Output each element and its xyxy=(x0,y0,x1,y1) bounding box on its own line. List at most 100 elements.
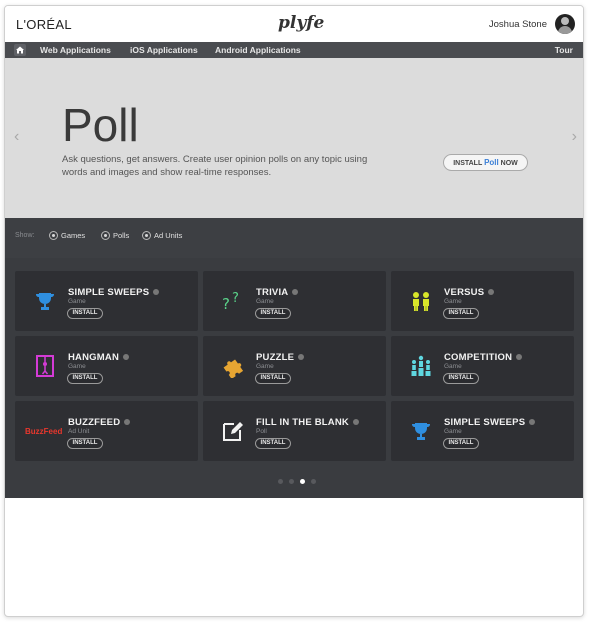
install-button[interactable]: INSTALL xyxy=(443,373,479,384)
card-title-text: SIMPLE SWEEPS xyxy=(444,417,526,428)
card-simple-sweeps[interactable]: SIMPLE SWEEPS Game INSTALL xyxy=(15,271,198,331)
buzzfeed-logo-icon: BuzzFeed xyxy=(25,427,63,436)
info-icon[interactable] xyxy=(529,419,536,426)
hero-title: Poll xyxy=(62,99,139,151)
svg-text:?: ? xyxy=(222,295,230,313)
card-versus[interactable]: VERSUS Game INSTALL xyxy=(391,271,574,331)
svg-text:?: ? xyxy=(232,291,239,306)
card-title: HANGMAN xyxy=(68,352,130,363)
info-icon[interactable] xyxy=(123,354,130,361)
card-title-text: VERSUS xyxy=(444,287,485,298)
brand-logo[interactable]: L'ORÉAL xyxy=(16,17,72,32)
top-bar: L'ORÉAL plyfe Joshua Stone xyxy=(5,6,583,42)
card-title-text: HANGMAN xyxy=(68,352,120,363)
card-type: Ad Unit xyxy=(68,428,90,435)
card-title: PUZZLE xyxy=(256,352,305,363)
page-dot-2[interactable] xyxy=(289,479,294,484)
page-dot-3-active[interactable] xyxy=(300,479,305,484)
home-icon[interactable] xyxy=(14,44,26,56)
radio-icon xyxy=(101,231,110,240)
install-button[interactable]: INSTALL xyxy=(67,308,103,319)
podium-people-icon xyxy=(411,355,431,376)
avatar[interactable] xyxy=(555,14,575,34)
card-title: SIMPLE SWEEPS xyxy=(68,287,160,298)
filter-polls-label: Polls xyxy=(113,231,130,240)
radio-icon xyxy=(49,231,58,240)
card-type: Game xyxy=(68,298,86,305)
filter-ad-units-label: Ad Units xyxy=(154,231,183,240)
radio-icon xyxy=(142,231,151,240)
info-icon[interactable] xyxy=(298,354,305,361)
question-marks-icon: ?? xyxy=(222,291,239,313)
card-simple-sweeps-2[interactable]: SIMPLE SWEEPS Game INSTALL xyxy=(391,401,574,461)
versus-people-icon xyxy=(413,292,429,311)
card-type: Game xyxy=(256,363,274,370)
plyfe-logo[interactable]: plyfe xyxy=(278,13,324,33)
card-title: SIMPLE SWEEPS xyxy=(444,417,536,428)
install-button[interactable]: INSTALL xyxy=(255,438,291,449)
trophy-icon xyxy=(36,293,54,310)
page-dot-1[interactable] xyxy=(278,479,283,484)
info-icon[interactable] xyxy=(124,419,131,426)
info-icon[interactable] xyxy=(352,419,359,426)
hangman-icon xyxy=(36,355,54,377)
show-label: Show: xyxy=(15,232,35,239)
card-title-text: PUZZLE xyxy=(256,352,295,363)
install-poll-accent: Poll xyxy=(484,158,499,167)
info-icon[interactable] xyxy=(516,354,523,361)
card-title: VERSUS xyxy=(444,287,495,298)
next-arrow-icon[interactable]: › xyxy=(572,128,577,146)
install-button[interactable]: INSTALL xyxy=(443,308,479,319)
app-window: L'ORÉAL plyfe Joshua Stone Web Applicati… xyxy=(4,5,584,617)
card-hangman[interactable]: HANGMAN Game INSTALL xyxy=(15,336,198,396)
card-title-text: FILL IN THE BLANK xyxy=(256,417,349,428)
app-grid: SIMPLE SWEEPS Game INSTALL ?? TRIVIA Gam… xyxy=(5,258,583,498)
card-competition[interactable]: COMPETITION Game INSTALL xyxy=(391,336,574,396)
nav-android-applications[interactable]: Android Applications xyxy=(215,45,301,55)
install-button[interactable]: INSTALL xyxy=(67,373,103,384)
install-poll-button[interactable]: INSTALL Poll NOW xyxy=(443,154,528,171)
install-button[interactable]: INSTALL xyxy=(255,308,291,319)
card-title: BUZZFEED xyxy=(68,417,131,428)
install-button[interactable]: INSTALL xyxy=(443,438,479,449)
card-title-text: SIMPLE SWEEPS xyxy=(68,287,150,298)
card-title-text: BUZZFEED xyxy=(68,417,121,428)
nav-tour[interactable]: Tour xyxy=(555,45,573,55)
card-type: Game xyxy=(256,298,274,305)
hero-banner: ‹ Poll Ask questions, get answers. Creat… xyxy=(5,58,583,218)
install-button[interactable]: INSTALL xyxy=(67,438,103,449)
card-type: Poll xyxy=(256,428,267,435)
hero-description: Ask questions, get answers. Create user … xyxy=(62,154,368,178)
page-dot-4[interactable] xyxy=(311,479,316,484)
nav-bar: Web Applications iOS Applications Androi… xyxy=(5,42,583,58)
card-type: Game xyxy=(444,363,462,370)
card-trivia[interactable]: ?? TRIVIA Game INSTALL xyxy=(203,271,386,331)
puzzle-piece-icon xyxy=(223,359,244,378)
info-icon[interactable] xyxy=(488,289,495,296)
filter-bar: Show: Games Polls Ad Units xyxy=(5,218,583,258)
install-button[interactable]: INSTALL xyxy=(255,373,291,384)
prev-arrow-icon[interactable]: ‹ xyxy=(14,128,19,146)
pagination-dots xyxy=(275,479,335,487)
install-poll-prefix: INSTALL xyxy=(453,160,485,167)
card-title: FILL IN THE BLANK xyxy=(256,417,359,428)
info-icon[interactable] xyxy=(292,289,299,296)
install-poll-suffix: NOW xyxy=(498,160,518,167)
card-title: TRIVIA xyxy=(256,287,299,298)
card-type: Game xyxy=(444,428,462,435)
card-title: COMPETITION xyxy=(444,352,523,363)
card-title-text: COMPETITION xyxy=(444,352,513,363)
card-type: Game xyxy=(444,298,462,305)
card-title-text: TRIVIA xyxy=(256,287,289,298)
nav-ios-applications[interactable]: iOS Applications xyxy=(130,45,198,55)
user-name[interactable]: Joshua Stone xyxy=(489,19,547,30)
filter-games-label: Games xyxy=(61,231,86,240)
card-buzzfeed[interactable]: BuzzFeed BUZZFEED Ad Unit INSTALL xyxy=(15,401,198,461)
card-puzzle[interactable]: PUZZLE Game INSTALL xyxy=(203,336,386,396)
nav-web-applications[interactable]: Web Applications xyxy=(40,45,111,55)
edit-pencil-icon xyxy=(223,422,243,441)
card-type: Game xyxy=(68,363,86,370)
trophy-icon xyxy=(412,423,430,440)
card-fill-in-the-blank[interactable]: FILL IN THE BLANK Poll INSTALL xyxy=(203,401,386,461)
info-icon[interactable] xyxy=(153,289,160,296)
